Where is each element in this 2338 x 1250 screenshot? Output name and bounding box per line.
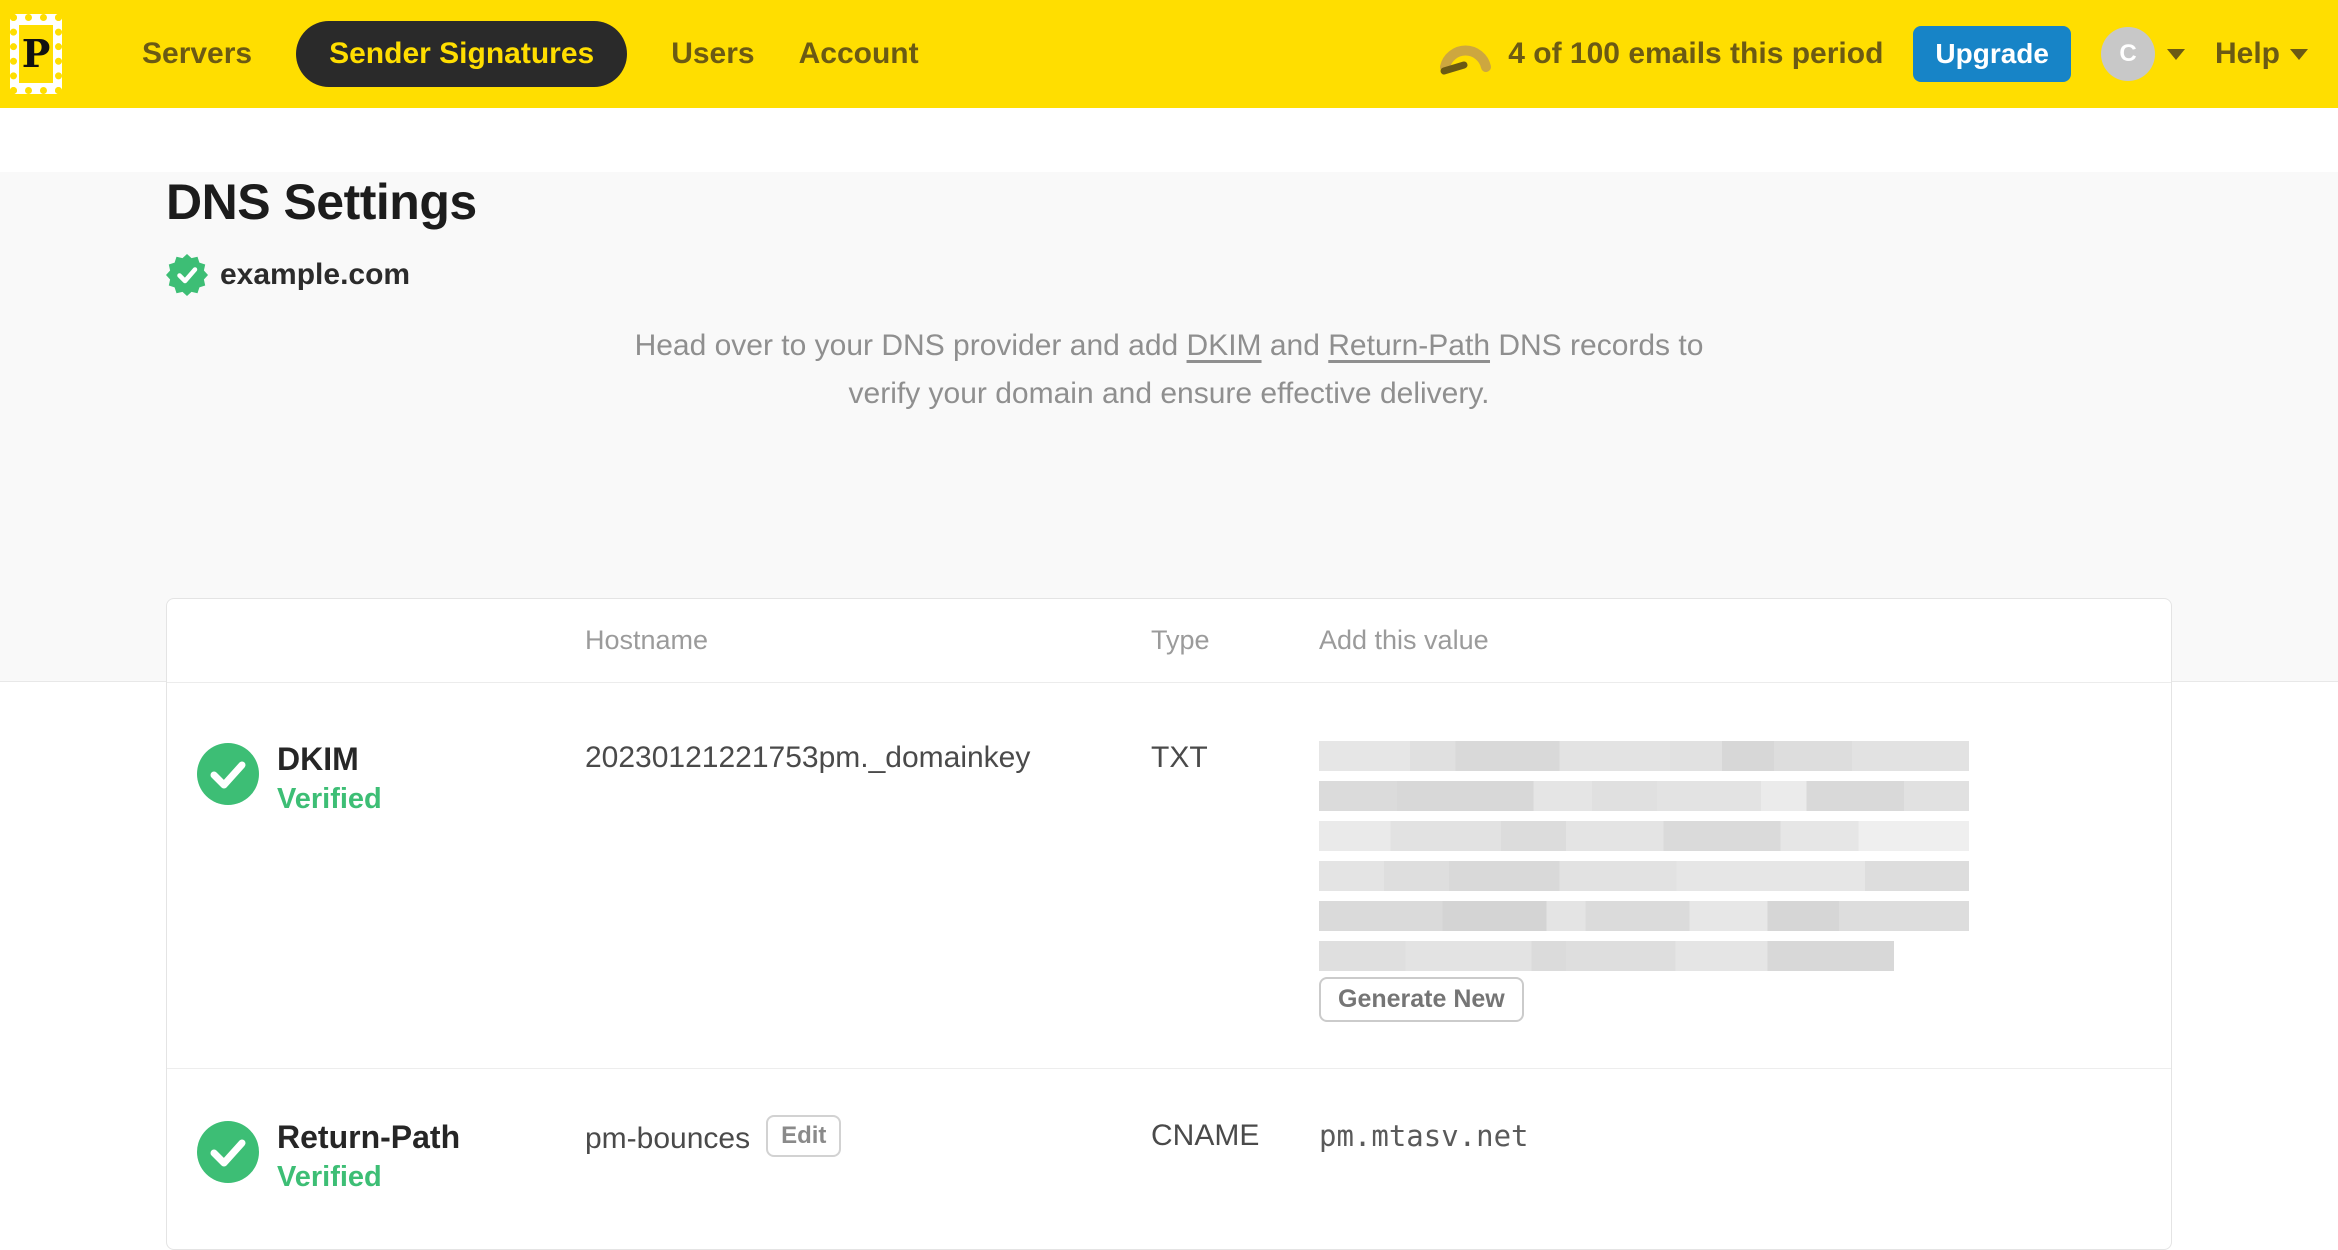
return-path-hostname-cell: pm-bounces Edit xyxy=(585,1115,1151,1249)
nav-item-users[interactable]: Users xyxy=(671,37,754,71)
record-name: DKIM xyxy=(277,741,359,777)
redacted-value-bar xyxy=(1319,741,1969,771)
dkim-hostname: 20230121221753pm._domainkey xyxy=(585,741,1031,774)
instructions-part1: Head over to your DNS provider and add xyxy=(634,329,1187,362)
usage-indicator: 4 of 100 emails this period xyxy=(1436,32,1883,76)
nav-item-servers[interactable]: Servers xyxy=(142,37,252,71)
return-path-value: pm.mtasv.net xyxy=(1319,1119,1529,1153)
table-row-dkim: DKIM Verified 20230121221753pm._domainke… xyxy=(167,683,2171,1068)
verified-check-icon xyxy=(197,743,259,805)
header-hostname: Hostname xyxy=(585,625,709,655)
return-path-type: CNAME xyxy=(1151,1119,1260,1152)
help-caret-icon xyxy=(2290,48,2308,60)
dns-records-card: Hostname Type Add this value DKIM Verifi… xyxy=(166,598,2172,1250)
redacted-value-bar xyxy=(1319,821,1969,851)
redacted-value-bar xyxy=(1319,901,1969,931)
account-menu[interactable]: C xyxy=(2100,27,2185,81)
usage-gauge-icon xyxy=(1440,45,1492,75)
instructions-part2: and xyxy=(1261,329,1329,362)
page-title: DNS Settings xyxy=(166,174,477,230)
header-value: Add this value xyxy=(1319,625,1489,655)
upgrade-button[interactable]: Upgrade xyxy=(1913,26,2071,82)
return-path-hostname: pm-bounces xyxy=(585,1121,751,1155)
table-header-row: Hostname Type Add this value xyxy=(167,599,2171,683)
verified-check-icon xyxy=(197,1121,259,1183)
postmark-logo[interactable]: P xyxy=(10,14,62,94)
dkim-status-cell: DKIM Verified xyxy=(197,741,585,1068)
return-path-status-cell: Return-Path Verified xyxy=(197,1119,585,1249)
nav-item-account[interactable]: Account xyxy=(799,37,919,71)
nav-item-sender-signatures[interactable]: Sender Signatures xyxy=(296,21,628,87)
usage-text: 4 of 100 emails this period xyxy=(1508,37,1884,70)
header-type: Type xyxy=(1151,625,1210,655)
help-label: Help xyxy=(2214,37,2280,70)
avatar[interactable]: C xyxy=(2100,27,2155,81)
postmark-logo-letter: P xyxy=(21,31,51,76)
postmark-logo-inner: P xyxy=(19,25,53,83)
return-path-link[interactable]: Return-Path xyxy=(1328,329,1490,362)
redacted-value-bar xyxy=(1319,941,1894,971)
top-nav: P Servers Sender Signatures Users Accoun… xyxy=(0,0,2338,108)
dkim-status-texts: DKIM Verified xyxy=(277,741,382,819)
instructions-part3: DNS records to xyxy=(1490,329,1704,362)
verified-seal-icon xyxy=(166,254,208,296)
redacted-value-bar xyxy=(1319,781,1969,811)
account-caret-icon xyxy=(2166,48,2185,60)
record-status-badge: Verified xyxy=(277,1161,382,1193)
return-path-status-texts: Return-Path Verified xyxy=(277,1119,460,1197)
primary-nav: Servers Sender Signatures Users Account xyxy=(142,21,919,87)
redacted-value-bar xyxy=(1319,861,1969,891)
domain-name: example.com xyxy=(220,258,411,291)
edit-button[interactable]: Edit xyxy=(766,1115,842,1157)
instructions: Head over to your DNS provider and add D… xyxy=(469,322,1869,418)
record-name: Return-Path xyxy=(277,1119,461,1155)
nav-right: 4 of 100 emails this period Upgrade C He… xyxy=(1436,26,2308,82)
record-status-badge: Verified xyxy=(277,783,382,815)
dkim-type: TXT xyxy=(1151,741,1208,774)
generate-new-button[interactable]: Generate New xyxy=(1319,977,1524,1022)
instructions-line2: verify your domain and ensure effective … xyxy=(848,377,1490,410)
dkim-link[interactable]: DKIM xyxy=(1187,329,1262,362)
dkim-value-cell: Generate New xyxy=(1319,741,2141,1068)
domain-row: example.com xyxy=(166,254,2338,296)
redacted-dkim-value xyxy=(1319,741,1969,971)
help-menu[interactable]: Help xyxy=(2215,37,2308,71)
